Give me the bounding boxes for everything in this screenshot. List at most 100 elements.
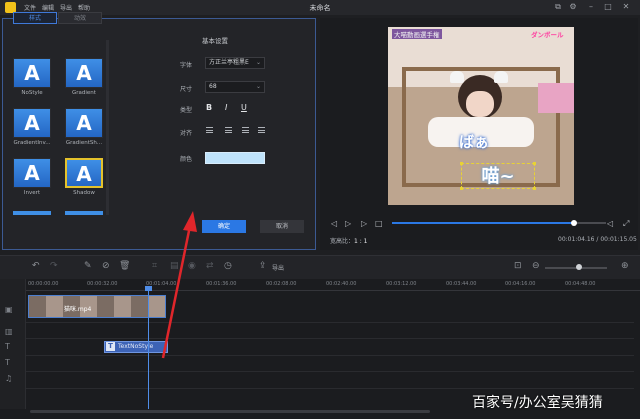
play-pause-icon[interactable]: ▷ (345, 219, 351, 228)
color-picker[interactable] (205, 152, 265, 164)
track-divider (26, 371, 634, 372)
resize-handle[interactable] (533, 187, 536, 190)
mosaic-icon[interactable]: ▤ (170, 261, 179, 271)
resize-handle[interactable] (460, 162, 463, 165)
undo-icon[interactable]: ↶ (32, 261, 40, 271)
style-card-gradient-invert[interactable]: A (13, 108, 51, 138)
chevron-down-icon: ⌄ (255, 59, 261, 66)
style-card-nostyle[interactable]: A (13, 58, 51, 88)
fullscreen-icon[interactable]: ⤢ (623, 219, 629, 229)
edit-toolbar (0, 255, 640, 279)
video-clip[interactable] (28, 295, 166, 318)
track-divider (26, 355, 634, 356)
zoom-in-icon[interactable]: ⊕ (621, 261, 629, 271)
track-divider (26, 338, 634, 339)
style-card-partial[interactable] (13, 211, 51, 215)
size-label: 尺寸 (180, 86, 193, 93)
align-justify-icon[interactable] (258, 127, 265, 133)
minimize-icon[interactable]: – (586, 2, 596, 12)
background-toy (538, 83, 574, 113)
text-track-icon: T (5, 342, 10, 351)
italic-button[interactable]: I (225, 103, 227, 112)
font-value: 方正兰亭粗黑E (209, 59, 249, 66)
export-icon[interactable]: ⇪ (259, 261, 267, 271)
text-clip-icon: T (106, 342, 115, 351)
style-card-shadow[interactable]: A (65, 158, 103, 188)
settings-icon[interactable]: ⚙ (568, 2, 578, 12)
text-overlay[interactable]: 喵~ (463, 167, 533, 187)
ruler-tick-label: 00:02:40.00 (326, 281, 357, 287)
style-card-gradient-shadow[interactable]: A (65, 108, 103, 138)
style-list-scrollbar[interactable] (106, 40, 109, 215)
playhead-handle[interactable] (145, 286, 152, 291)
style-label: Shadow (73, 190, 95, 196)
split-icon[interactable]: ⊘ (102, 261, 110, 271)
resize-handle[interactable] (460, 187, 463, 190)
aspect-ratio-label: 宽高比： (330, 238, 355, 245)
text-track-2-icon: T (5, 358, 10, 367)
duration-icon[interactable]: ◷ (224, 261, 232, 271)
ruler-tick-label: 00:03:44.00 (446, 281, 477, 287)
font-select[interactable]: 方正兰亭粗黑E ⌄ (205, 57, 265, 69)
prev-frame-icon[interactable]: ◁ (331, 219, 337, 228)
redo-icon[interactable]: ↷ (50, 261, 58, 271)
video-caption-top-right: ダンボール (531, 31, 564, 39)
cancel-button[interactable]: 取消 (260, 220, 304, 233)
fit-timeline-icon[interactable]: ⊡ (514, 261, 522, 271)
size-value: 68 (209, 83, 217, 90)
close-icon[interactable]: ✕ (621, 2, 631, 12)
color-label: 颜色 (180, 156, 193, 163)
chevron-down-icon: ⌄ (255, 83, 261, 90)
style-label: Gradient (72, 90, 96, 96)
style-card-invert[interactable]: A (13, 158, 51, 188)
playback-time: 00:01:04.16 / 00:01:15.05 (558, 236, 637, 243)
ruler-tick-label: 00:00:32.00 (87, 281, 118, 287)
timeline-ruler[interactable] (26, 290, 640, 291)
align-left-icon[interactable] (206, 127, 213, 133)
edit-pen-icon[interactable]: ✎ (84, 261, 92, 271)
ruler-tick-label: 00:00:00.00 (28, 281, 59, 287)
cat-ear-right (494, 71, 508, 83)
freeze-icon[interactable]: ◉ (188, 261, 196, 271)
bold-button[interactable]: B (206, 103, 212, 112)
video-jp-text: ばぁ (459, 133, 490, 151)
style-label: Invert (23, 190, 41, 196)
track-divider (26, 322, 634, 323)
ruler-tick-label: 00:04:48.00 (565, 281, 596, 287)
resize-handle[interactable] (533, 162, 536, 165)
ruler-tick-label: 00:04:16.00 (505, 281, 536, 287)
ok-button[interactable]: 确定 (202, 220, 246, 233)
aspect-ratio-value: 1 : 1 (354, 238, 368, 245)
timeline-scrollbar[interactable] (30, 410, 430, 413)
cat-ear-left (450, 71, 464, 83)
style-card-partial[interactable] (65, 211, 103, 215)
crop-icon[interactable]: ⌗ (152, 261, 157, 271)
aspect-ratio[interactable]: 宽高比：1 : 1 (330, 236, 368, 245)
delete-icon[interactable]: 🗑 (119, 261, 130, 271)
size-select[interactable]: 68 ⌄ (205, 81, 265, 93)
ruler-tick-label: 00:01:36.00 (206, 281, 237, 287)
play-icon[interactable]: ▷ (361, 219, 367, 228)
align-center-icon[interactable] (225, 127, 232, 133)
share-icon[interactable]: ⧉ (553, 2, 563, 12)
video-caption-top-left: 大喵動画選手権 (392, 29, 442, 39)
maximize-icon[interactable]: □ (603, 2, 613, 12)
playback-progress-handle[interactable] (570, 220, 577, 226)
track-header-column (0, 279, 26, 409)
stop-icon[interactable]: □ (375, 219, 383, 228)
style-card-gradient[interactable]: A (65, 58, 103, 88)
watermark-text: 百家号/办公室吴猜猜 (472, 395, 603, 411)
volume-icon[interactable]: ◁ (607, 219, 613, 228)
playhead[interactable] (148, 288, 149, 409)
align-right-icon[interactable] (242, 127, 249, 133)
style-label: NoStyle (21, 90, 43, 96)
tab-style[interactable]: 样式 (13, 12, 57, 24)
underline-button[interactable]: U (241, 103, 247, 112)
overlay-track-icon: ▥ (5, 327, 13, 336)
reverse-icon[interactable]: ⇄ (206, 261, 214, 271)
tab-animation[interactable]: 动效 (58, 12, 102, 24)
playback-progress-fill (392, 222, 574, 224)
zoom-out-icon[interactable]: ⊖ (532, 261, 540, 271)
font-label: 字体 (180, 62, 193, 69)
export-label[interactable]: 导出 (272, 263, 284, 272)
